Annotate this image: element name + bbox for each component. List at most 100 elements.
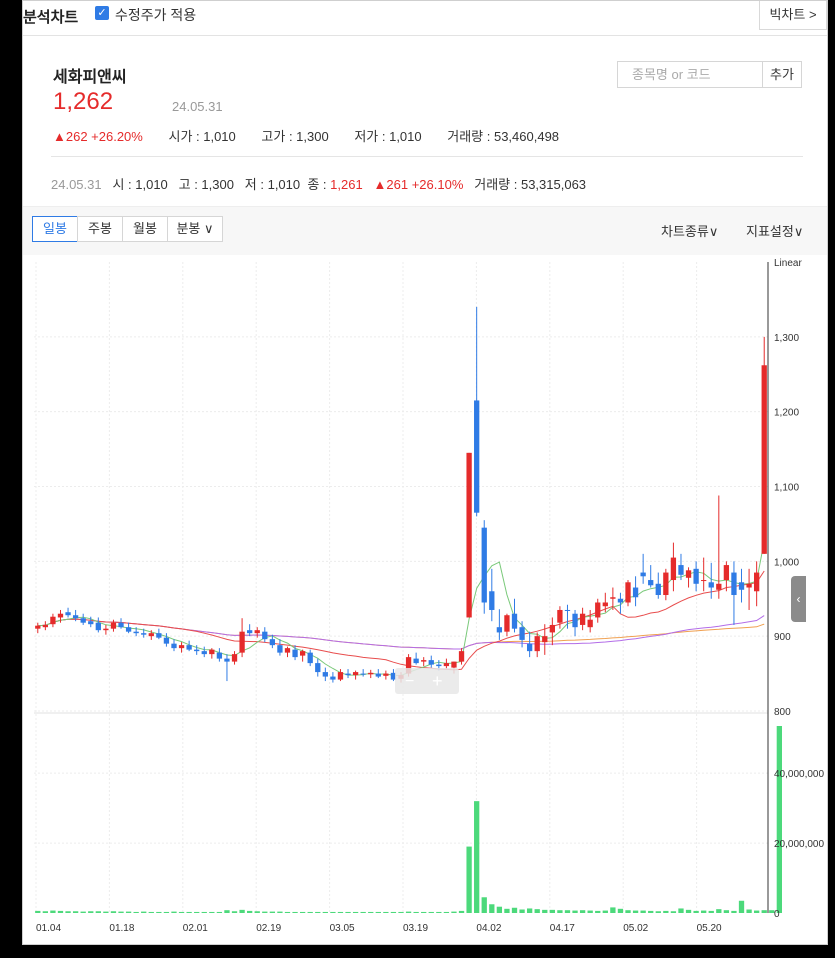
candle-body — [731, 572, 737, 596]
ohlc-high: 고 : 1,300 — [178, 177, 234, 192]
volume-bar — [224, 910, 230, 913]
x-tick-label: 03.05 — [330, 923, 355, 934]
candle-body — [602, 602, 608, 607]
volume-bar — [194, 911, 200, 913]
volume-bar — [678, 908, 684, 913]
volume-bar — [103, 911, 109, 913]
candle-body — [549, 624, 555, 633]
candle-body — [572, 613, 578, 628]
volume-bar — [670, 911, 677, 913]
indicator-settings-button[interactable]: 지표설정∨ — [746, 221, 803, 240]
candle-body — [670, 557, 677, 581]
stock-search-input[interactable]: 종목명 or 코드 — [617, 61, 763, 88]
tab-weekly[interactable]: 주봉 — [77, 216, 123, 242]
volume-bar — [708, 910, 714, 913]
low-price: 저가 : 1,010 — [354, 129, 422, 144]
volume-bar — [723, 910, 730, 913]
price-tick-label: 800 — [774, 707, 791, 718]
volume-bar — [602, 910, 608, 913]
candle-body — [239, 631, 245, 653]
volume-bar — [133, 911, 139, 913]
volume-bar — [360, 911, 366, 913]
candle-body — [163, 637, 170, 644]
volume-bar — [148, 911, 154, 913]
x-tick-label: 05.02 — [623, 923, 648, 934]
volume-bar — [368, 911, 374, 913]
volume-tick-label: 20,000,000 — [774, 839, 824, 850]
candle-body — [761, 365, 767, 554]
volume-bar — [632, 910, 639, 913]
candle-body — [224, 658, 230, 662]
ma60-line — [37, 615, 765, 650]
volume-bar — [383, 911, 389, 913]
ma120-line — [37, 618, 765, 650]
volume-bar — [542, 909, 548, 913]
candle-body — [526, 643, 533, 652]
candle-body — [216, 652, 223, 659]
volume-bar — [458, 910, 465, 913]
volume-bar — [436, 911, 442, 913]
scale-label: Linear — [774, 258, 802, 269]
ohlc-close-label: 종 : — [307, 177, 331, 192]
volume-bar — [519, 909, 525, 913]
candle-body — [595, 602, 601, 618]
volume-bar — [496, 906, 503, 913]
volume-bar — [716, 909, 722, 913]
volume-bar — [118, 911, 124, 913]
candle-body — [617, 598, 624, 603]
volume-bar — [156, 911, 162, 913]
candle-body — [504, 615, 510, 632]
candle-body — [292, 649, 298, 658]
ohlc-open: 시 : 1,010 — [112, 177, 168, 192]
price-date: 24.05.31 — [172, 99, 223, 114]
volume-bar — [474, 801, 480, 913]
chart-type-button[interactable]: 차트종류∨ — [661, 221, 718, 240]
volume-bar — [299, 911, 306, 913]
candle-body — [579, 613, 586, 625]
price-tick-label: 1,300 — [774, 333, 799, 344]
big-chart-button[interactable]: 빅차트 > — [759, 1, 827, 30]
candle-body — [247, 630, 253, 634]
volume-bar — [701, 910, 707, 913]
volume-bar — [579, 910, 586, 913]
candle-body — [701, 580, 707, 582]
tab-monthly[interactable]: 월봉 — [122, 216, 168, 242]
volume-bar — [421, 911, 427, 913]
add-button[interactable]: 추가 — [762, 61, 802, 88]
volume-bar — [504, 908, 510, 913]
candle-body — [466, 452, 472, 618]
candle-body — [133, 631, 139, 634]
volume-bar — [776, 726, 782, 913]
candle-body — [723, 565, 730, 581]
volume-bar — [405, 911, 412, 913]
volume-bar — [57, 910, 64, 913]
adjusted-price-label: 수정주가 적용 — [115, 7, 197, 23]
volume-bar — [489, 904, 495, 913]
candle-body — [716, 583, 722, 590]
volume-bar — [413, 911, 419, 913]
volume-bar — [640, 910, 646, 913]
candle-body — [489, 591, 495, 610]
candle-body — [194, 649, 200, 652]
tab-daily[interactable]: 일봉 — [32, 216, 78, 242]
volume-bar — [262, 911, 268, 913]
tab-minute[interactable]: 분봉 ∨ — [167, 216, 223, 242]
chart-window: 분석차트 ✓ 수정주가 적용 빅차트 > 세화피앤씨 1,262 24.05.3… — [22, 0, 828, 945]
candle-body — [421, 660, 427, 662]
volume-bar — [625, 910, 631, 913]
candle-body — [171, 643, 177, 649]
candle-body — [65, 612, 71, 616]
candle-body — [519, 627, 525, 640]
candle-body — [299, 651, 306, 656]
volume-bar — [216, 911, 223, 913]
volume-bar — [292, 911, 298, 913]
side-panel-toggle[interactable]: ‹ — [791, 576, 806, 622]
volume-tick-label: 40,000,000 — [774, 769, 824, 780]
volume-bar — [685, 909, 692, 913]
x-tick-label: 04.17 — [550, 923, 575, 934]
price-chart[interactable]: Linear 1,300 1,200 1,100 1,000 900 800 40,000,0… — [23, 254, 828, 945]
candle-body — [80, 618, 86, 623]
stock-summary-row: ▲262 +26.20% 시가 : 1,010 고가 : 1,300 저가 : … — [53, 126, 581, 145]
volume-bar — [572, 910, 578, 913]
adjusted-price-checkbox[interactable]: ✓ — [95, 6, 109, 20]
